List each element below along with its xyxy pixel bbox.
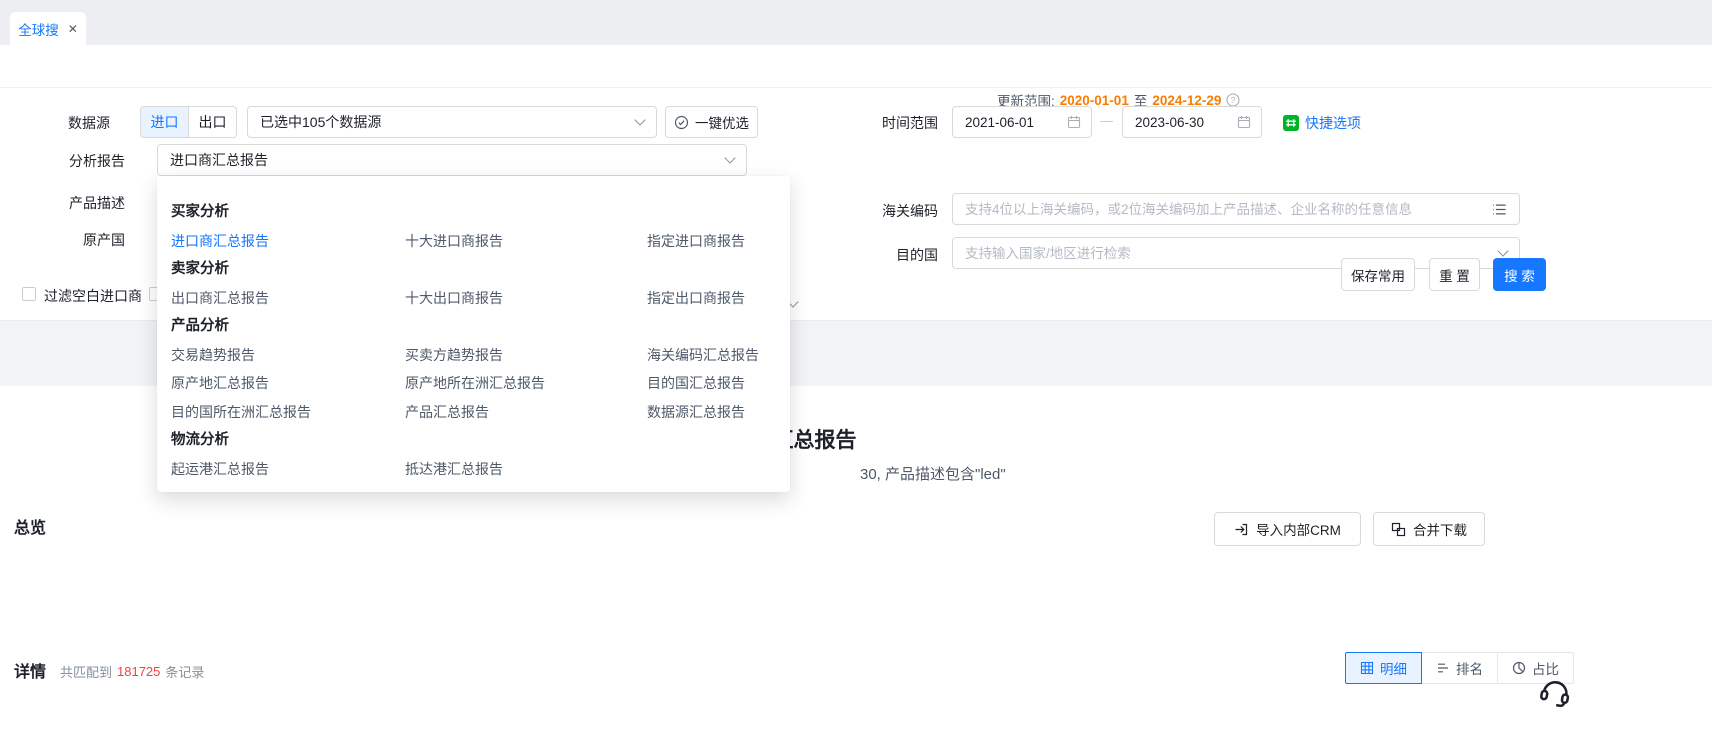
data-source-select-value: 已选中105个数据源	[260, 112, 381, 132]
calendar-icon	[1067, 115, 1081, 129]
report-option[interactable]: 十大出口商报告	[405, 284, 647, 313]
report-option[interactable]: 原产地所在洲汇总报告	[405, 369, 647, 398]
report-option-row: 目的国所在洲汇总报告产品汇总报告数据源汇总报告	[171, 398, 790, 427]
hs-code-input[interactable]	[965, 202, 1492, 217]
report-option[interactable]: 交易趋势报告	[171, 341, 405, 370]
match-prefix: 共匹配到	[60, 662, 112, 681]
browser-tab-label: 全球搜	[18, 19, 59, 39]
import-toggle[interactable]: 进口	[141, 107, 188, 137]
browser-tab-global-search[interactable]: 全球搜 ✕	[10, 12, 86, 45]
save-favorite-button[interactable]: 保存常用	[1341, 258, 1415, 291]
svg-text:?: ?	[1231, 95, 1236, 105]
date-range-dash: —	[1100, 113, 1113, 128]
report-section-title: 买家分析	[171, 198, 790, 227]
product-desc-label: 产品描述	[0, 193, 125, 213]
global-search-screen: 全球搜 ✕ ◎ 全球搜 使用教程 历史记录 常用条件 隐藏条件	[0, 0, 1712, 750]
chevron-down-icon	[634, 114, 645, 125]
filter-blank-label: 过滤空白进口商	[44, 286, 142, 306]
one-click-select-button[interactable]: 一键优选	[665, 106, 758, 138]
report-option[interactable]: 产品汇总报告	[405, 398, 647, 427]
import-crm-button[interactable]: 导入内部CRM	[1214, 512, 1361, 546]
time-range-label: 时间范围	[845, 113, 938, 133]
report-option[interactable]: 买卖方趋势报告	[405, 341, 647, 370]
list-icon[interactable]	[1492, 203, 1507, 216]
report-section-title: 物流分析	[171, 426, 790, 455]
report-type-dropdown: 买家分析进口商汇总报告十大进口商报告指定进口商报告卖家分析出口商汇总报告十大出口…	[157, 176, 790, 492]
rank-bars-icon	[1436, 661, 1450, 675]
quick-options-label: 快捷选项	[1305, 113, 1361, 133]
view-rank-button[interactable]: 排名	[1422, 652, 1498, 684]
browser-tab-bar: 全球搜 ✕	[0, 0, 1712, 45]
chevron-down-icon	[1497, 245, 1508, 256]
data-source-label: 数据源	[0, 113, 110, 133]
dest-country-label: 目的国	[845, 245, 938, 265]
dest-country-input[interactable]	[965, 246, 1499, 261]
report-option[interactable]: 原产地汇总报告	[171, 369, 405, 398]
chevron-down-icon	[724, 152, 735, 163]
report-option[interactable]: 抵达港汇总报告	[405, 455, 647, 484]
report-option[interactable]: 海关编码汇总报告	[647, 341, 790, 370]
report-subtitle: 30, 产品描述包含"led"	[860, 463, 1006, 484]
filter-blank-checkbox[interactable]	[22, 287, 36, 301]
report-option[interactable]: 指定出口商报告	[647, 284, 790, 313]
report-type-select[interactable]: 进口商汇总报告	[157, 144, 747, 176]
pie-chart-icon	[1512, 661, 1526, 675]
view-detail-label: 明细	[1380, 658, 1407, 678]
report-option[interactable]: 十大进口商报告	[405, 227, 647, 256]
export-button[interactable]: 导出	[1490, 512, 1561, 546]
report-type-label: 分析报告	[0, 151, 125, 171]
report-option-row: 起运港汇总报告抵达港汇总报告	[171, 455, 790, 484]
report-option[interactable]: 目的国所在洲汇总报告	[171, 398, 405, 427]
merge-icon	[1391, 522, 1406, 537]
report-option-row: 交易趋势报告买卖方趋势报告海关编码汇总报告	[171, 341, 790, 370]
match-count: 181725	[117, 664, 160, 679]
report-option[interactable]: 指定进口商报告	[647, 227, 790, 256]
report-section-title: 卖家分析	[171, 255, 790, 284]
date-from-value: 2021-06-01	[965, 115, 1034, 130]
detail-section-title: 详情	[14, 658, 46, 682]
quick-options-link[interactable]: 快捷选项	[1283, 113, 1361, 133]
export-toggle[interactable]: 出口	[188, 107, 236, 137]
match-count-text: 共匹配到 181725 条记录	[60, 662, 204, 681]
tab-close-icon[interactable]: ✕	[68, 22, 78, 36]
report-option[interactable]: 进口商汇总报告	[171, 227, 405, 256]
hs-code-field[interactable]	[952, 193, 1520, 225]
import-crm-label: 导入内部CRM	[1256, 519, 1341, 539]
search-button[interactable]: 搜 索	[1493, 258, 1546, 291]
check-circle-icon	[674, 115, 689, 130]
quick-options-icon	[1283, 115, 1299, 131]
table-grid-icon	[1360, 661, 1374, 675]
support-headset-icon[interactable]	[1534, 671, 1577, 718]
import-export-toggle: 进口 出口	[140, 106, 237, 138]
date-to-value: 2023-06-30	[1135, 115, 1204, 130]
hs-code-label: 海关编码	[845, 201, 938, 221]
date-to-field[interactable]: 2023-06-30	[1122, 106, 1262, 138]
report-option[interactable]: 目的国汇总报告	[647, 369, 790, 398]
merge-download-button[interactable]: 合并下载	[1373, 512, 1485, 546]
one-click-label: 一键优选	[695, 112, 749, 132]
app-header: ◎ 全球搜 使用教程 历史记录 常用条件 隐藏条件 高级搜索 ›	[0, 45, 1712, 88]
calendar-icon	[1237, 115, 1251, 129]
export-icon	[1502, 522, 1516, 536]
origin-country-label: 原产国	[0, 230, 125, 250]
export-label: 导出	[1523, 519, 1550, 539]
view-rank-label: 排名	[1456, 658, 1483, 678]
question-circle-icon[interactable]: ?	[1226, 93, 1240, 107]
report-option-row: 进口商汇总报告十大进口商报告指定进口商报告	[171, 227, 790, 256]
report-option[interactable]: 起运港汇总报告	[171, 455, 405, 484]
match-suffix: 条记录	[165, 662, 204, 681]
report-section-title: 产品分析	[171, 312, 790, 341]
report-type-value: 进口商汇总报告	[170, 150, 268, 170]
data-source-select[interactable]: 已选中105个数据源	[247, 106, 657, 138]
merge-download-label: 合并下载	[1413, 519, 1467, 539]
report-option[interactable]: 数据源汇总报告	[647, 398, 790, 427]
overview-section-title: 总览	[14, 514, 46, 538]
view-detail-button[interactable]: 明细	[1345, 652, 1422, 684]
import-icon	[1234, 522, 1249, 537]
report-option-row: 出口商汇总报告十大出口商报告指定出口商报告	[171, 284, 790, 313]
report-option-row: 原产地汇总报告原产地所在洲汇总报告目的国汇总报告	[171, 369, 790, 398]
report-option[interactable]: 出口商汇总报告	[171, 284, 405, 313]
date-from-field[interactable]: 2021-06-01	[952, 106, 1092, 138]
reset-button[interactable]: 重 置	[1429, 258, 1480, 291]
